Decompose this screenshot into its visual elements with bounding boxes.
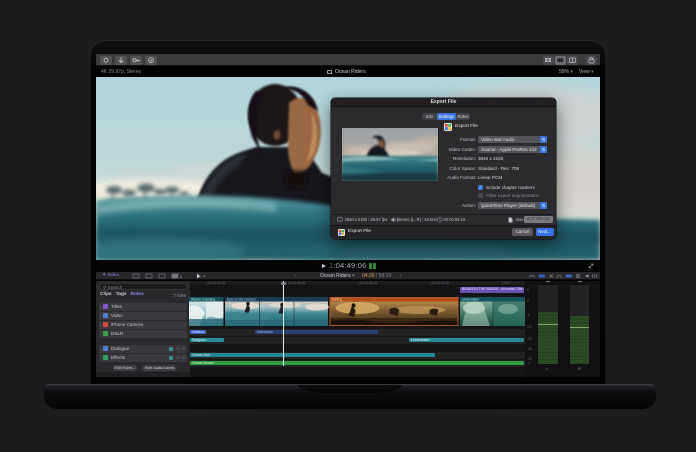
svg-text:Epic on the Horizon: Epic on the Horizon [227,297,256,301]
svg-text:Underwater: Underwater [462,297,480,301]
svg-text:Waves Crashing: Waves Crashing [191,297,215,301]
svg-text:Surfing: Surfing [332,297,343,301]
